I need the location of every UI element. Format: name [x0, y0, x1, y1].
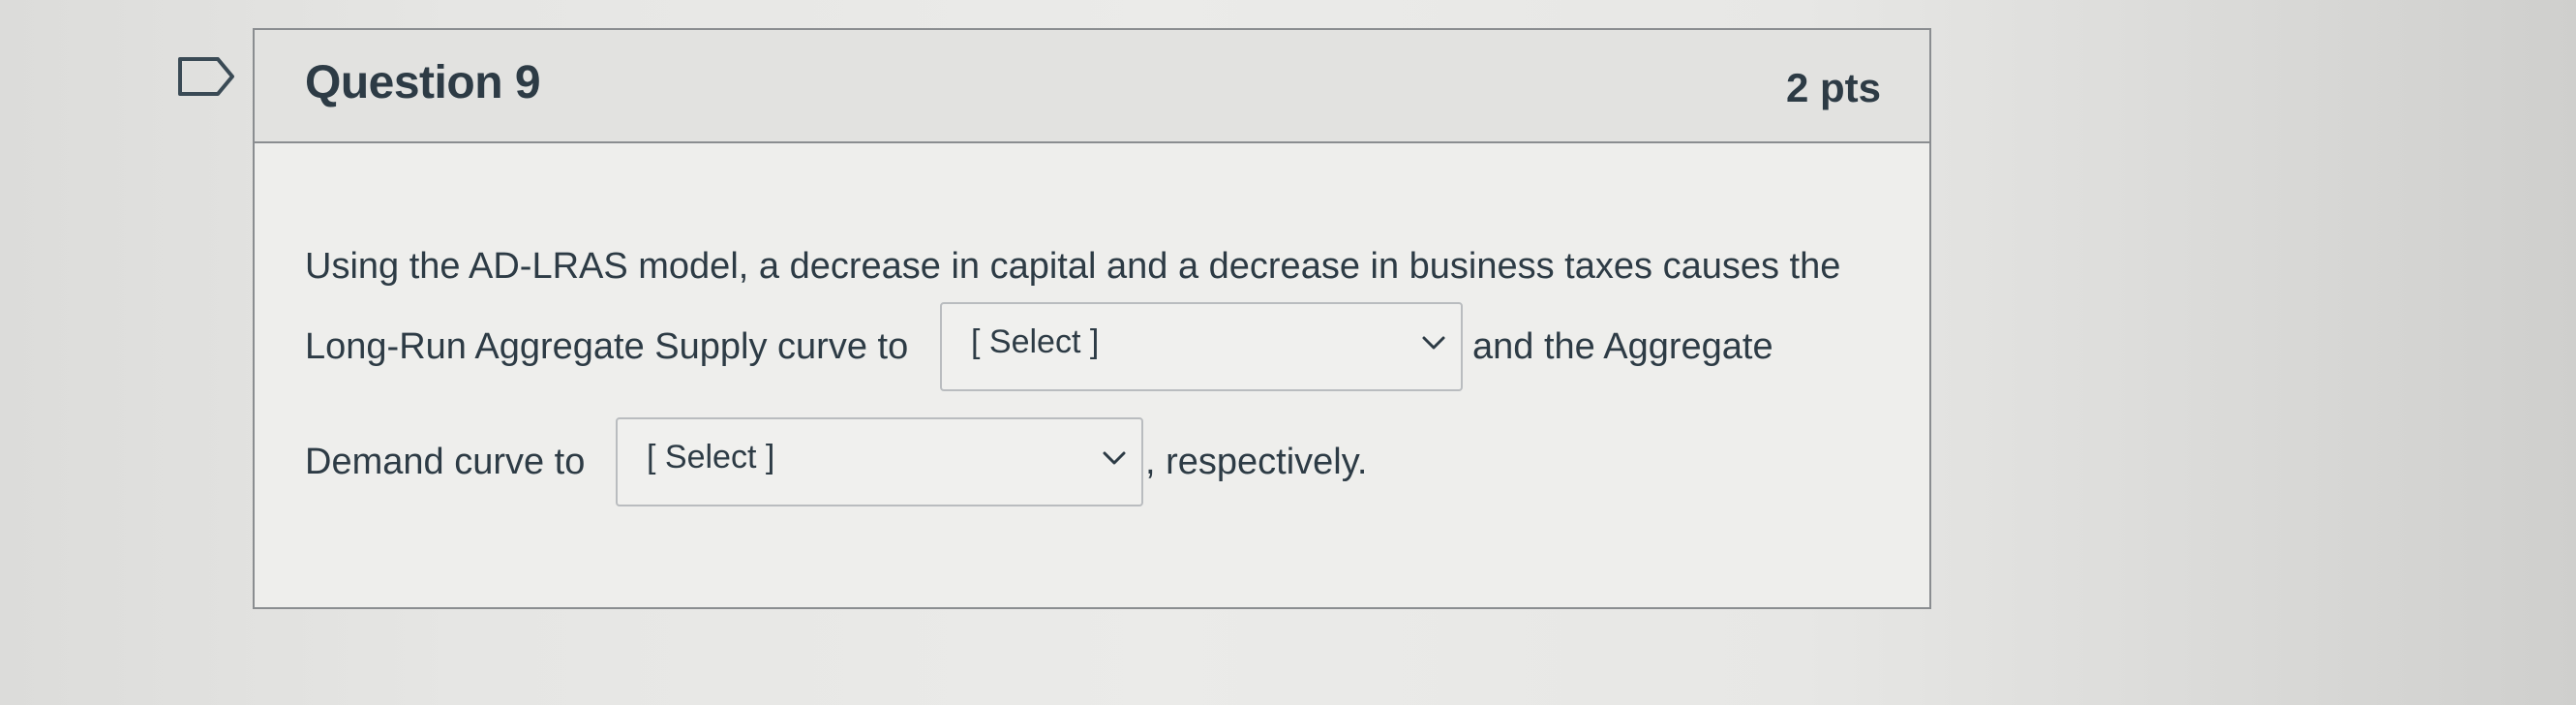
question-text-line-3a: Demand curve to: [305, 442, 586, 482]
question-text-line-1: Using the AD-LRAS model, a decrease in c…: [305, 246, 1841, 287]
chevron-down-icon: [1422, 336, 1445, 350]
question-text-line-3b: , respectively.: [1145, 442, 1368, 482]
question-title: Question 9: [305, 57, 541, 108]
lras-dropdown-value: [ Select ]: [971, 323, 1100, 360]
question-text-line-2b: and the Aggregate: [1472, 326, 1773, 367]
chevron-down-icon: [1103, 451, 1126, 465]
question-text-line-2a: Long-Run Aggregate Supply curve to: [305, 326, 909, 367]
question-points: 2 pts: [1785, 65, 1881, 110]
bookmark-flag-icon[interactable]: [177, 56, 235, 97]
question-card: Question 9 2 pts Using the AD-LRAS model…: [253, 28, 1931, 609]
ad-dropdown-value: [ Select ]: [647, 439, 775, 475]
ad-dropdown[interactable]: [ Select ]: [616, 417, 1143, 506]
question-header: Question 9 2 pts: [255, 30, 1929, 143]
lras-dropdown[interactable]: [ Select ]: [940, 302, 1463, 391]
